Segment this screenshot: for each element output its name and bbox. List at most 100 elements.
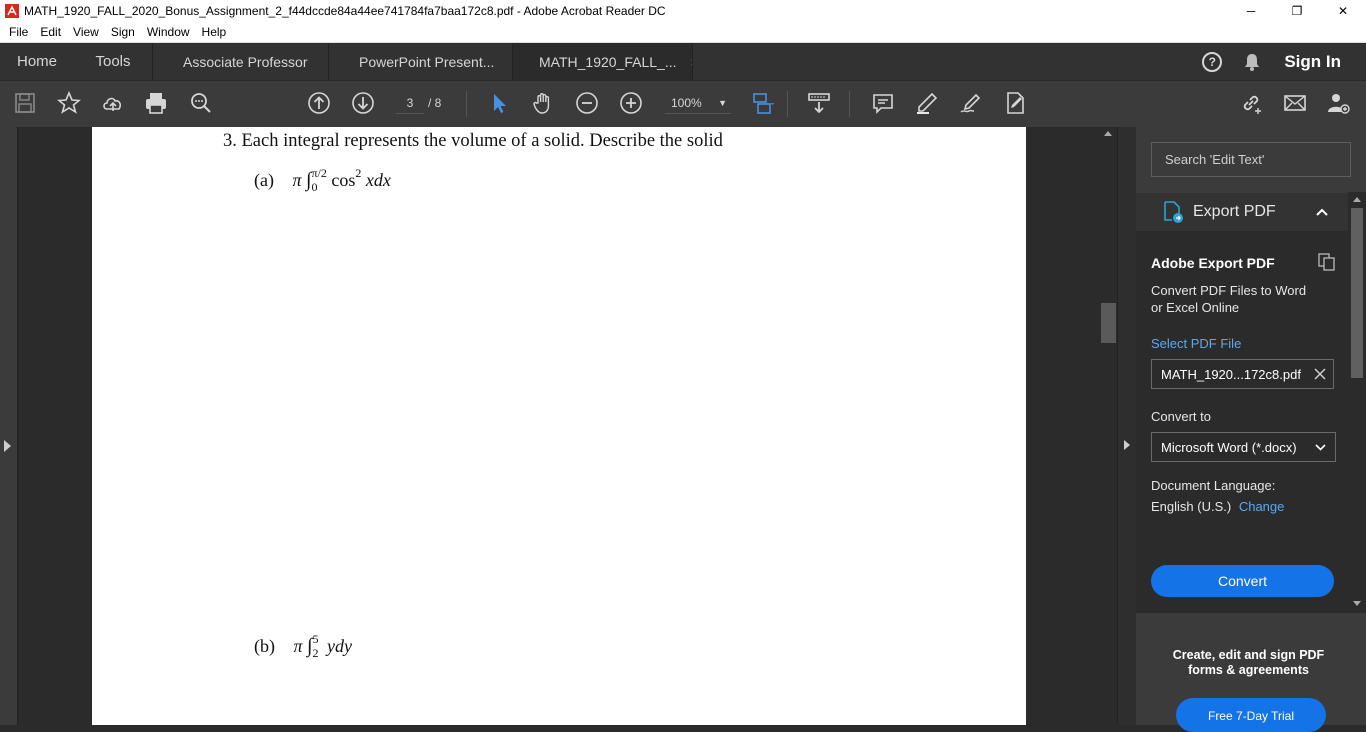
scrollbar-thumb[interactable] bbox=[1351, 208, 1363, 378]
left-panel-collapsed bbox=[0, 127, 18, 725]
doc-tab-label: PowerPoint Present... bbox=[359, 53, 495, 70]
restore-button[interactable]: ❐ bbox=[1274, 0, 1320, 22]
menu-help[interactable]: Help bbox=[196, 25, 233, 39]
select-cursor-icon[interactable] bbox=[488, 91, 512, 115]
page-total: / 8 bbox=[428, 96, 442, 110]
menu-window[interactable]: Window bbox=[141, 25, 196, 39]
free-trial-button[interactable]: Free 7-Day Trial bbox=[1176, 698, 1326, 732]
promo-text: Create, edit and sign PDF forms & agreem… bbox=[1172, 648, 1325, 677]
select-pdf-file-link[interactable]: Select PDF File bbox=[1151, 336, 1241, 351]
convert-format-dropdown[interactable]: Microsoft Word (*.docx) bbox=[1151, 432, 1336, 462]
right-pane-scrollbar[interactable] bbox=[1348, 192, 1366, 613]
page-number-input[interactable]: 3 bbox=[396, 92, 424, 114]
title-bar: MATH_1920_FALL_2020_Bonus_Assignment_2_f… bbox=[0, 0, 1366, 22]
integral-symbol: ∫ bbox=[307, 635, 313, 657]
sign-in-button[interactable]: Sign In bbox=[1284, 52, 1341, 72]
hand-tool-icon[interactable] bbox=[531, 91, 555, 115]
document-viewer[interactable]: 3. Each integral represents the volume o… bbox=[19, 127, 1100, 725]
zoom-in-icon[interactable] bbox=[619, 91, 643, 115]
share-link-icon[interactable] bbox=[1239, 91, 1263, 115]
variable-xdx: xdx bbox=[365, 170, 391, 190]
remove-file-icon[interactable] bbox=[1314, 368, 1326, 380]
notification-bell-icon[interactable] bbox=[1242, 52, 1262, 72]
menu-view[interactable]: View bbox=[67, 25, 105, 39]
doc-tab-powerpoint[interactable]: PowerPoint Present... bbox=[328, 43, 512, 80]
tab-home[interactable]: Home bbox=[0, 43, 74, 80]
convert-to-label: Convert to bbox=[1151, 409, 1211, 424]
export-pdf-header[interactable]: Export PDF bbox=[1136, 193, 1366, 231]
scroll-down-icon[interactable] bbox=[1353, 601, 1361, 606]
document-scrollbar[interactable] bbox=[1100, 127, 1117, 725]
convert-format-value: Microsoft Word (*.docx) bbox=[1161, 439, 1297, 455]
scroll-up-icon[interactable] bbox=[1353, 197, 1361, 202]
adobe-export-service-icon bbox=[1318, 253, 1335, 271]
zoom-out-icon[interactable] bbox=[575, 91, 599, 115]
upper-limit: π/2 bbox=[311, 166, 327, 180]
menu-file[interactable]: File bbox=[3, 25, 34, 39]
doc-tab-label: Associate Professor bbox=[183, 53, 308, 70]
menu-bar: File Edit View Sign Window Help bbox=[0, 22, 1366, 43]
scroll-mode-icon[interactable] bbox=[807, 91, 831, 115]
help-icon[interactable]: ? bbox=[1202, 51, 1223, 72]
expand-left-panel-icon[interactable] bbox=[4, 440, 11, 452]
minimize-button[interactable]: ─ bbox=[1228, 0, 1274, 22]
zoom-level-dropdown[interactable]: 100% ▼ bbox=[665, 92, 731, 114]
part-a: (a) π ∫0π/2 cos2 xdx bbox=[254, 166, 391, 194]
promo-section: Create, edit and sign PDF forms & agreem… bbox=[1136, 613, 1366, 732]
email-icon[interactable] bbox=[1283, 91, 1307, 115]
scroll-up-icon[interactable] bbox=[1104, 131, 1112, 136]
export-pdf-title: Export PDF bbox=[1193, 203, 1276, 220]
scrollbar-thumb[interactable] bbox=[1101, 303, 1116, 343]
document-language-row: English (U.S.) Change bbox=[1151, 499, 1284, 514]
document-language-label: Document Language: bbox=[1151, 478, 1276, 493]
menu-edit[interactable]: Edit bbox=[34, 25, 67, 39]
doc-tab-math-1920[interactable]: MATH_1920_FALL_... × bbox=[512, 43, 699, 80]
cos-function: cos bbox=[331, 170, 356, 190]
doc-tab-associate-professor[interactable]: Associate Professor bbox=[152, 43, 328, 80]
convert-button[interactable]: Convert bbox=[1151, 565, 1334, 597]
part-a-label: (a) bbox=[254, 170, 274, 190]
sign-pen-icon[interactable] bbox=[959, 91, 983, 115]
toolbar: 3 / 8 100% ▼ bbox=[0, 80, 1366, 127]
integral-symbol: ∫ bbox=[306, 169, 312, 191]
acrobat-logo-icon bbox=[5, 4, 19, 18]
save-icon[interactable] bbox=[13, 91, 37, 115]
adobe-export-title: Adobe Export PDF bbox=[1151, 255, 1275, 271]
print-icon[interactable] bbox=[144, 91, 168, 115]
lower-limit: 2 bbox=[312, 646, 319, 660]
document-language-value: English (U.S.) bbox=[1151, 499, 1232, 514]
selected-file-field[interactable]: MATH_1920...172c8.pdf bbox=[1151, 359, 1334, 389]
menu-sign[interactable]: Sign bbox=[105, 25, 141, 39]
find-search-icon[interactable] bbox=[189, 91, 213, 115]
close-window-button[interactable]: ✕ bbox=[1320, 0, 1366, 22]
pi-symbol: π bbox=[292, 170, 302, 190]
doc-tab-label: MATH_1920_FALL_... bbox=[539, 53, 677, 70]
chevron-down-icon: ▼ bbox=[718, 97, 727, 108]
change-language-link[interactable]: Change bbox=[1239, 499, 1285, 514]
collapse-right-pane-icon[interactable] bbox=[1124, 440, 1130, 450]
tab-tools[interactable]: Tools bbox=[74, 43, 152, 80]
variable-ydy: ydy bbox=[327, 636, 352, 656]
right-pane-toggle[interactable] bbox=[1117, 127, 1136, 725]
upload-cloud-icon[interactable] bbox=[101, 91, 125, 115]
exponent: 2 bbox=[355, 166, 362, 180]
page-fit-icon[interactable] bbox=[752, 91, 776, 115]
previous-page-icon[interactable] bbox=[307, 91, 331, 115]
fill-sign-icon[interactable] bbox=[1003, 91, 1027, 115]
bookmark-star-icon[interactable] bbox=[57, 91, 81, 115]
selected-file-name: MATH_1920...172c8.pdf bbox=[1161, 366, 1301, 382]
export-pdf-panel: Adobe Export PDF Convert PDF Files to Wo… bbox=[1136, 231, 1366, 613]
right-tools-pane: Search 'Edit Text' Export PDF Adobe Expo… bbox=[1136, 127, 1366, 732]
chevron-up-icon[interactable] bbox=[1316, 208, 1328, 216]
toolbar-divider bbox=[849, 91, 850, 117]
chevron-down-icon bbox=[1315, 443, 1326, 451]
part-b: (b) π ∫25 ydy bbox=[254, 632, 352, 660]
toolbar-divider bbox=[787, 91, 788, 117]
comment-icon[interactable] bbox=[871, 91, 895, 115]
search-edit-text-input[interactable]: Search 'Edit Text' bbox=[1151, 142, 1351, 177]
export-pdf-icon bbox=[1164, 201, 1183, 223]
add-user-icon[interactable] bbox=[1326, 91, 1350, 115]
highlight-pen-icon[interactable] bbox=[915, 91, 939, 115]
next-page-icon[interactable] bbox=[351, 91, 375, 115]
window-title: MATH_1920_FALL_2020_Bonus_Assignment_2_f… bbox=[24, 4, 666, 18]
